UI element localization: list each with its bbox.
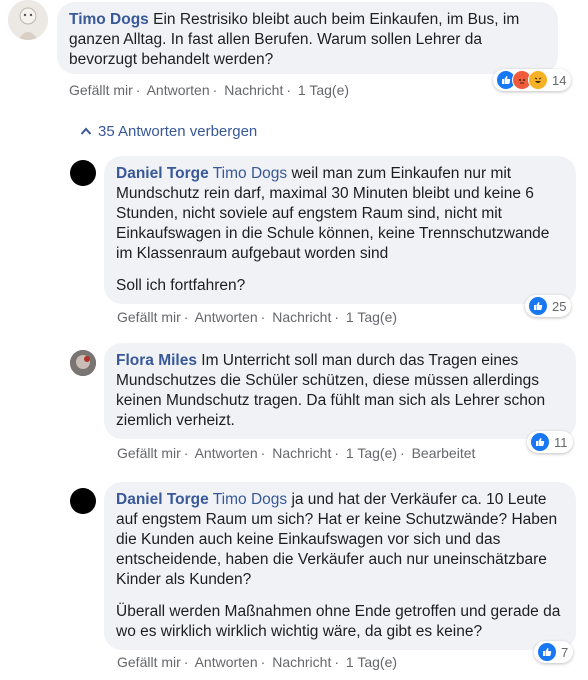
message-link[interactable]: Nachricht (272, 309, 331, 325)
avatar-daniel-torge[interactable] (70, 160, 96, 186)
hide-replies-label: 35 Antworten verbergen (98, 123, 258, 140)
message-link[interactable]: Nachricht (272, 654, 331, 670)
reply-actions: Gefällt mir · Antworten · Nachricht · 1 Tag… (117, 654, 398, 670)
message-link[interactable]: Nachricht (224, 82, 283, 98)
reply-text-2: Soll ich fortfahren? (116, 277, 246, 294)
like-link[interactable]: Gefällt mir (117, 445, 181, 461)
timestamp[interactable]: 1 Tag(e) (346, 445, 397, 461)
reaction-count: 11 (554, 434, 568, 450)
reply-link[interactable]: Antworten (195, 309, 258, 325)
edited-label[interactable]: Bearbeitet (412, 445, 476, 461)
comment-author[interactable]: Timo Dogs (69, 11, 149, 28)
timestamp[interactable]: 1 Tag(e) (298, 82, 349, 98)
timestamp[interactable]: 1 Tag(e) (346, 309, 397, 325)
like-link[interactable]: Gefällt mir (117, 309, 181, 325)
reply-author[interactable]: Daniel Torge (116, 491, 209, 508)
reply-actions: Gefällt mir · Antworten · Nachricht · 1 Tag… (117, 309, 398, 325)
reaction-count: 25 (552, 298, 567, 314)
avatar-timo-dogs[interactable] (8, 0, 48, 40)
like-icon (530, 432, 550, 452)
reply-link[interactable]: Antworten (195, 445, 258, 461)
reply-bubble-daniel-1: Daniel Torge Timo Dogs weil man zum Eink… (104, 156, 576, 304)
reaction-count: 7 (561, 644, 569, 660)
reaction-summary[interactable]: 11 (527, 431, 573, 453)
reaction-summary[interactable]: 14 (493, 69, 572, 91)
message-link[interactable]: Nachricht (272, 445, 331, 461)
comment-actions: Gefällt mir · Antworten · Nachricht · 1 Tag… (69, 82, 350, 98)
chevron-up-icon (80, 123, 92, 140)
avatar-daniel-torge[interactable] (70, 488, 96, 514)
reply-text-2: Überall werden Maßnahmen ohne Ende getro… (116, 603, 561, 640)
reaction-count: 14 (552, 72, 567, 88)
reply-author[interactable]: Flora Miles (116, 352, 197, 369)
like-icon (528, 296, 548, 316)
reaction-summary[interactable]: 25 (525, 295, 572, 317)
reply-actions: Gefällt mir · Antworten · Nachricht · 1 Tag… (117, 445, 476, 461)
reply-mention[interactable]: Timo Dogs (213, 491, 287, 508)
avatar-flora-miles[interactable] (70, 350, 96, 376)
like-link[interactable]: Gefällt mir (69, 82, 133, 98)
reply-author[interactable]: Daniel Torge (116, 165, 209, 182)
comment-bubble-timo: Timo Dogs Ein Restrisiko bleibt auch bei… (57, 2, 558, 74)
timestamp[interactable]: 1 Tag(e) (346, 654, 397, 670)
like-link[interactable]: Gefällt mir (117, 654, 181, 670)
reaction-summary[interactable]: 7 (534, 641, 574, 663)
reply-mention[interactable]: Timo Dogs (213, 165, 287, 182)
reply-link[interactable]: Antworten (195, 654, 258, 670)
like-icon (537, 642, 557, 662)
haha-icon (528, 70, 548, 90)
hide-replies-toggle[interactable]: 35 Antworten verbergen (80, 123, 257, 140)
reply-bubble-daniel-2: Daniel Torge Timo Dogs ja und hat der Ve… (104, 482, 576, 650)
reply-link[interactable]: Antworten (147, 82, 210, 98)
reply-bubble-flora: Flora Miles Im Unterricht soll man durch… (104, 343, 576, 439)
